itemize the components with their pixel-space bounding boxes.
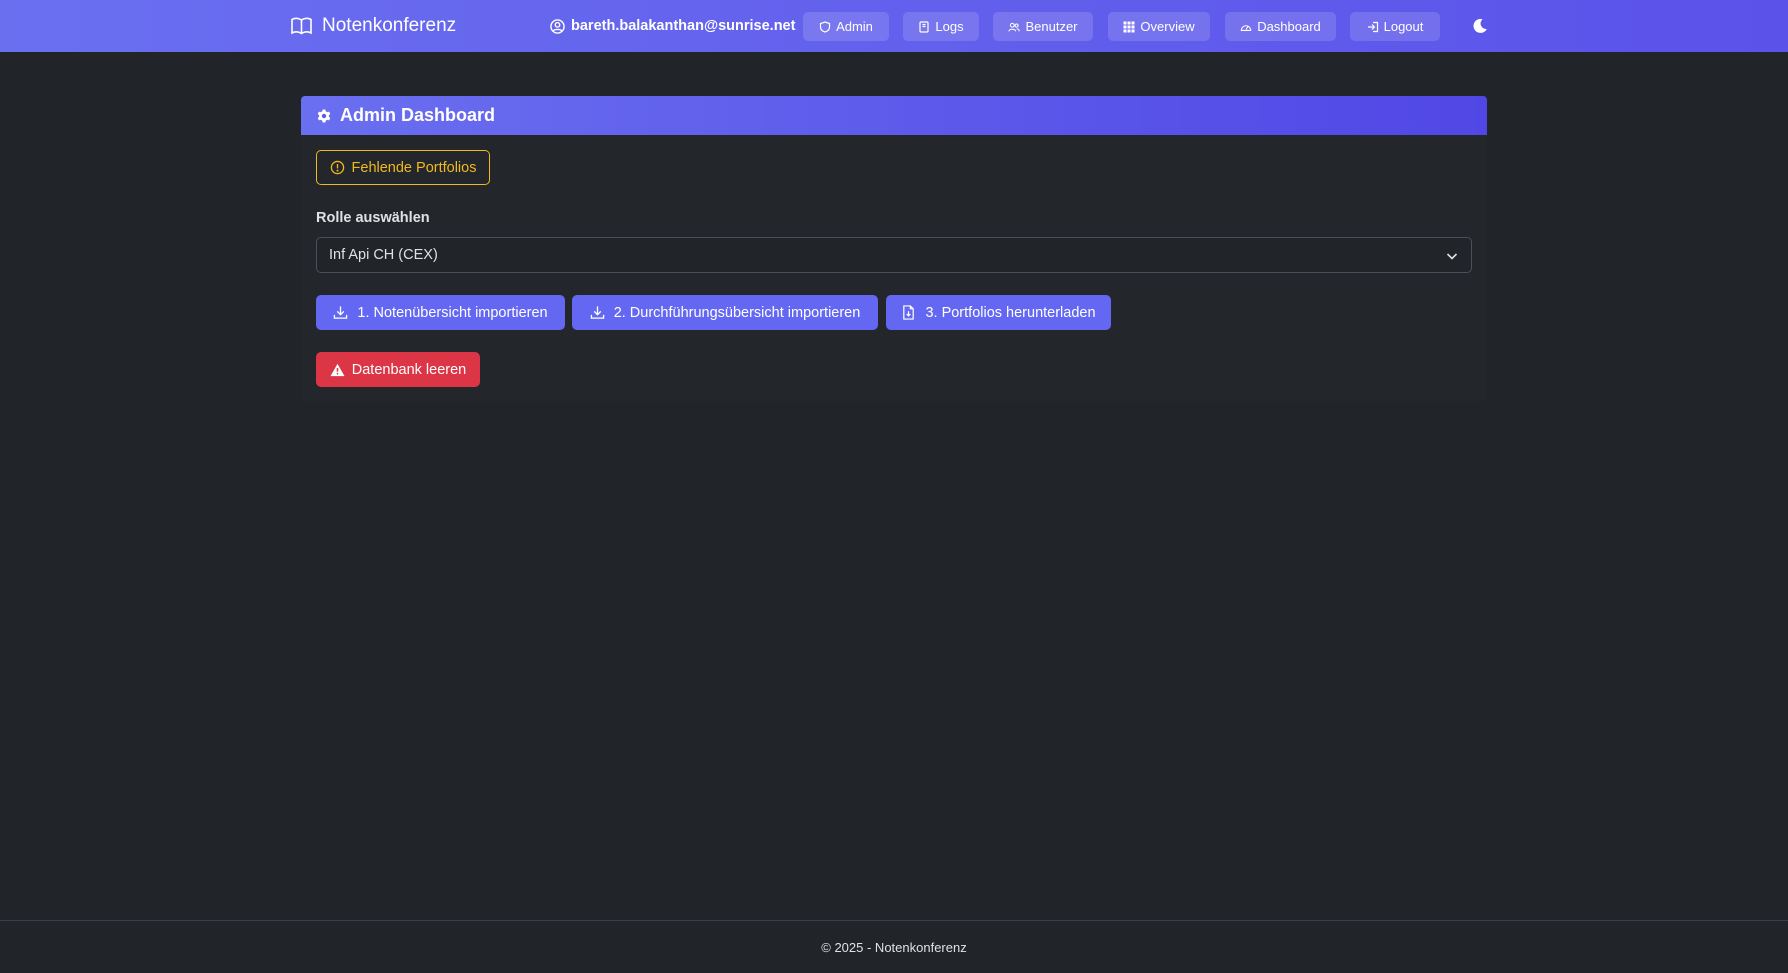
nav-logout-label: Logout: [1383, 19, 1424, 34]
admin-dashboard-card: Admin Dashboard Fehlende Portfolios Roll…: [301, 96, 1487, 401]
grid-icon: [1123, 21, 1135, 32]
card-header: Admin Dashboard: [301, 96, 1487, 135]
role-select-value: Inf Api CH (CEX): [329, 247, 438, 263]
nav-users-button[interactable]: Benutzer: [993, 12, 1093, 41]
brand-label: Notenkonferenz: [322, 15, 457, 36]
gear-icon: [317, 109, 331, 122]
role-select-label: Rolle auswählen: [316, 210, 430, 226]
footer: © 2025 - Notenkonferenz: [0, 920, 1788, 973]
journal-icon: [919, 20, 929, 33]
nav-logs-button[interactable]: Logs: [903, 12, 979, 41]
user-circle-icon: [550, 18, 565, 34]
import-grades-button[interactable]: 1. Notenübersicht importieren: [316, 295, 565, 330]
missing-portfolios-label: Fehlende Portfolios: [351, 159, 477, 176]
exclamation-circle-icon: [330, 160, 344, 175]
role-select[interactable]: Inf Api CH (CEX): [316, 237, 1472, 273]
user-email: bareth.balakanthan@sunrise.net: [571, 18, 796, 34]
nav-logs-label: Logs: [935, 19, 964, 34]
download-icon: [334, 306, 348, 319]
nav-admin-label: Admin: [836, 19, 873, 34]
chevron-down-icon: [1446, 253, 1458, 260]
theme-toggle-button[interactable]: [1470, 16, 1490, 36]
import-grades-label: 1. Notenübersicht importieren: [357, 304, 548, 321]
footer-text: © 2025 - Notenkonferenz: [821, 939, 967, 955]
user-info: bareth.balakanthan@sunrise.net: [550, 0, 795, 52]
book-icon: [291, 17, 312, 35]
shield-icon: [819, 20, 831, 33]
nav-dashboard-label: Dashboard: [1257, 19, 1321, 34]
nav-logout-button[interactable]: Logout: [1350, 12, 1440, 41]
nav-overview-label: Overview: [1140, 19, 1195, 34]
warning-triangle-icon: [330, 363, 345, 376]
download-portfolios-label: 3. Portfolios herunterladen: [925, 304, 1096, 321]
navbar: Notenkonferenz bareth.balakanthan@sunris…: [0, 0, 1788, 52]
file-download-icon: [903, 305, 915, 320]
clear-database-button[interactable]: Datenbank leeren: [316, 352, 480, 387]
import-execution-button[interactable]: 2. Durchführungsübersicht importieren: [572, 295, 878, 330]
nav-admin-button[interactable]: Admin: [803, 12, 889, 41]
brand[interactable]: Notenkonferenz: [291, 0, 456, 52]
import-execution-label: 2. Durchführungsübersicht importieren: [613, 304, 861, 321]
nav-dashboard-button[interactable]: Dashboard: [1225, 12, 1336, 41]
nav-overview-button[interactable]: Overview: [1108, 12, 1210, 41]
nav-users-label: Benutzer: [1025, 19, 1078, 34]
download-icon: [590, 306, 604, 319]
users-icon: [1008, 22, 1021, 31]
download-portfolios-button[interactable]: 3. Portfolios herunterladen: [886, 295, 1111, 330]
logout-icon: [1367, 21, 1378, 32]
speedometer-icon: [1240, 24, 1252, 31]
moon-icon: [1473, 18, 1487, 33]
clear-database-label: Datenbank leeren: [351, 361, 467, 378]
missing-portfolios-button[interactable]: Fehlende Portfolios: [316, 150, 490, 185]
page-title: Admin Dashboard: [340, 105, 496, 125]
